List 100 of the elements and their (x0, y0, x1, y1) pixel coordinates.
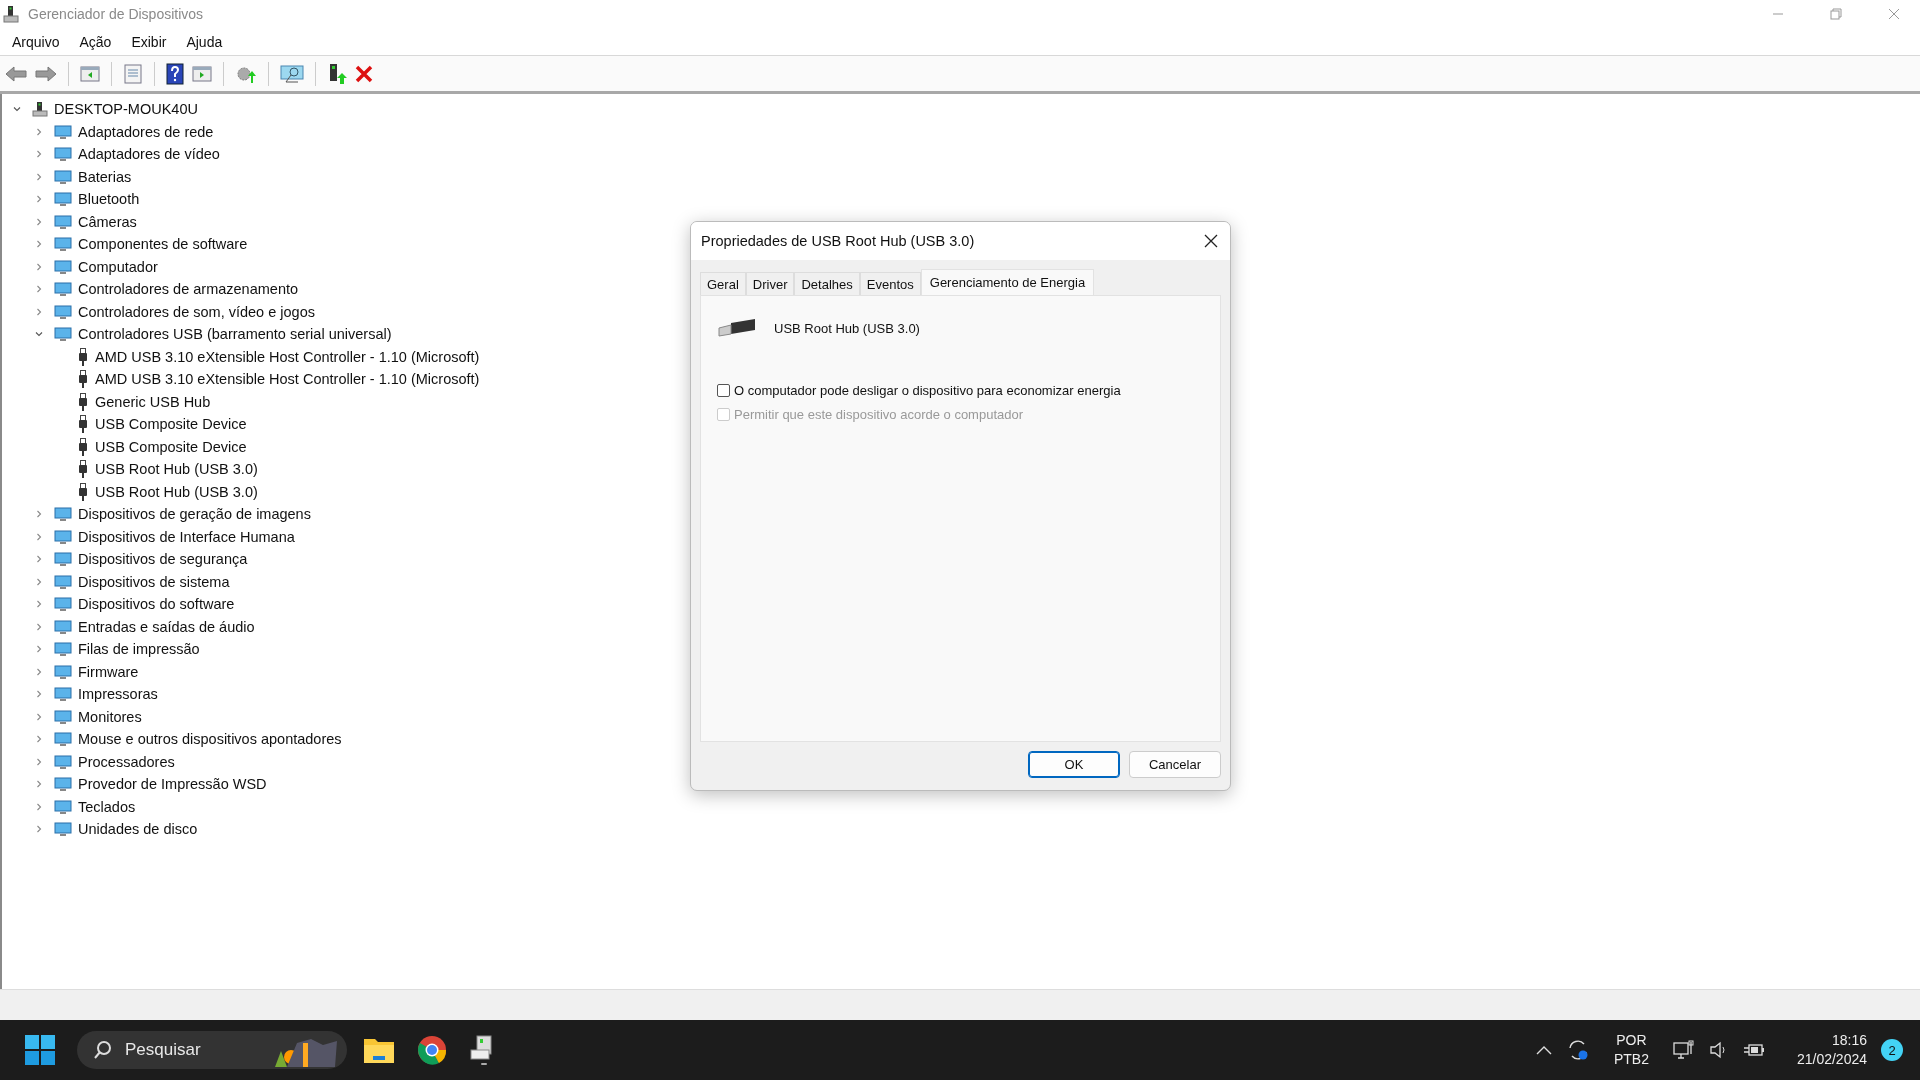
expand-chevron-icon[interactable] (34, 734, 44, 745)
expand-chevron-icon[interactable] (34, 554, 44, 565)
computer-tower-icon (3, 5, 19, 23)
tree-item[interactable]: USB Composite Device (95, 416, 247, 433)
battery-charging-icon[interactable] (1742, 1042, 1765, 1058)
tab[interactable]: Geral (700, 272, 746, 295)
tab[interactable]: Eventos (859, 272, 921, 295)
expand-chevron-icon[interactable] (34, 284, 44, 295)
tree-item[interactable]: Unidades de disco (78, 821, 198, 838)
expand-chevron-icon[interactable] (34, 171, 44, 182)
menu-item[interactable]: Exibir (131, 33, 167, 50)
tree-item[interactable]: Baterias (78, 168, 132, 185)
expand-chevron-icon[interactable] (34, 689, 44, 700)
tree-item[interactable]: Firmware (78, 663, 139, 680)
tree-item[interactable]: Provedor de Impressão WSD (78, 776, 267, 793)
search-field[interactable]: Pesquisar (125, 1040, 235, 1060)
monitor-magnifier-icon[interactable] (280, 63, 304, 84)
checkbox-label: O computador pode desligar o dispositivo para economizar energia (734, 382, 1121, 398)
clock-date[interactable]: 21/02/2024 (1796, 1050, 1867, 1069)
network-monitor-icon[interactable] (1672, 1040, 1695, 1060)
expand-chevron-icon[interactable] (34, 149, 44, 160)
search-icon (93, 1040, 113, 1060)
expand-chevron-icon[interactable] (34, 239, 44, 250)
tree-item[interactable]: USB Composite Device (95, 438, 247, 455)
expand-chevron-icon[interactable] (34, 576, 44, 587)
tree-item[interactable]: Adaptadores de vídeo (78, 146, 220, 163)
dialog-button[interactable]: OK (1028, 751, 1120, 778)
tree-item[interactable]: Dispositivos de segurança (78, 551, 248, 568)
cross-icon[interactable] (355, 64, 373, 83)
language-indicator[interactable]: POR (1616, 1031, 1647, 1050)
notification-badge[interactable]: 2 (1881, 1039, 1903, 1061)
expand-chevron-icon[interactable] (34, 711, 44, 722)
usb-plug-icon (77, 347, 89, 366)
forward-arrow-icon[interactable] (35, 64, 57, 83)
tree-item[interactable]: Bluetooth (78, 191, 140, 208)
tree-item[interactable]: Controladores de som, vídeo e jogos (78, 303, 315, 320)
tree-item[interactable]: Processadores (78, 753, 175, 770)
usb-plug-icon (77, 370, 89, 389)
chevron-up-icon[interactable] (1535, 1045, 1552, 1055)
expand-chevron-icon[interactable] (34, 126, 44, 137)
expand-chevron-icon[interactable] (34, 824, 44, 835)
clock-time[interactable]: 18:16 (1831, 1031, 1867, 1050)
help-icon[interactable] (166, 62, 184, 85)
expand-chevron-icon[interactable] (34, 599, 44, 610)
back-arrow-icon[interactable] (5, 64, 27, 83)
tree-item[interactable]: USB Root Hub (USB 3.0) (95, 461, 258, 478)
menu-item[interactable]: Ação (79, 33, 112, 50)
expand-chevron-icon[interactable] (34, 194, 44, 205)
tab[interactable]: Driver (745, 272, 795, 295)
expand-chevron-icon[interactable] (34, 509, 44, 520)
tree-item[interactable]: Dispositivos de Interface Humana (78, 528, 295, 545)
chrome-logo-icon[interactable] (417, 1035, 447, 1065)
tree-item[interactable]: AMD USB 3.10 eXtensible Host Controller - 1.10 (Microsoft) (95, 371, 480, 388)
tree-item[interactable]: Dispositivos do software (78, 596, 235, 613)
expand-chevron-icon[interactable] (34, 801, 44, 812)
tree-item[interactable]: Adaptadores de rede (78, 123, 214, 140)
expand-chevron-icon[interactable] (34, 531, 44, 542)
tree-item[interactable]: Controladores USB (barramento serial universal) (78, 326, 392, 343)
dialog-button[interactable]: Cancelar (1129, 751, 1221, 778)
tree-item[interactable]: Componentes de software (78, 236, 248, 253)
dialog-title: Propriedades de USB Root Hub (USB 3.0) (701, 233, 975, 249)
tree-item[interactable]: Dispositivos de sistema (78, 573, 230, 590)
tree-item[interactable]: Dispositivos de geração de imagens (78, 506, 311, 523)
tab[interactable]: Detalhes (794, 272, 860, 295)
expand-chevron-icon[interactable] (34, 216, 44, 227)
keyboard-layout-indicator[interactable]: PTB2 (1613, 1050, 1649, 1069)
properties-sheet-icon[interactable] (123, 63, 143, 84)
expand-chevron-icon[interactable] (34, 261, 44, 272)
tree-item[interactable]: USB Root Hub (USB 3.0) (95, 483, 258, 500)
tree-item[interactable]: Filas de impressão (78, 641, 200, 658)
tree-item[interactable]: AMD USB 3.10 eXtensible Host Controller - 1.10 (Microsoft) (95, 348, 480, 365)
menu-item[interactable]: Ajuda (186, 33, 223, 50)
restore-icon[interactable] (1830, 8, 1842, 20)
search-pill[interactable]: Pesquisar (77, 1031, 347, 1069)
tree-item[interactable]: Impressoras (78, 686, 158, 703)
tree-item[interactable]: Controladores de armazenamento (78, 281, 299, 298)
window-pane-icon[interactable] (192, 64, 212, 83)
close-icon[interactable] (1204, 234, 1218, 248)
window-pane-icon[interactable] (80, 64, 100, 83)
tree-item[interactable]: Generic USB Hub (95, 393, 211, 410)
folder-icon[interactable] (363, 1036, 395, 1064)
tree-item[interactable]: DESKTOP-MOUK40U (54, 101, 198, 118)
tree-item[interactable]: Computador (78, 258, 158, 275)
expand-chevron-icon[interactable] (34, 306, 44, 317)
expand-chevron-icon[interactable] (34, 644, 44, 655)
tab[interactable]: Gerenciamento de Energia (920, 269, 1095, 295)
expand-chevron-icon[interactable] (34, 779, 44, 790)
device-upload-icon[interactable] (327, 62, 347, 85)
tree-item[interactable]: Monitores (78, 708, 142, 725)
expand-chevron-icon[interactable] (34, 756, 44, 767)
tree-item[interactable]: Câmeras (78, 213, 137, 230)
menu-item[interactable]: Arquivo (12, 33, 60, 50)
tree-item[interactable]: Teclados (78, 798, 136, 815)
windows-logo-icon[interactable] (25, 1035, 55, 1065)
checkbox[interactable] (717, 383, 730, 397)
tree-item[interactable]: Entradas e saídas de áudio (78, 618, 255, 635)
expand-chevron-icon[interactable] (34, 621, 44, 632)
expand-chevron-icon[interactable] (34, 666, 44, 677)
usb-plug-icon (77, 437, 89, 456)
tree-item[interactable]: Mouse e outros dispositivos apontadores (78, 731, 342, 748)
